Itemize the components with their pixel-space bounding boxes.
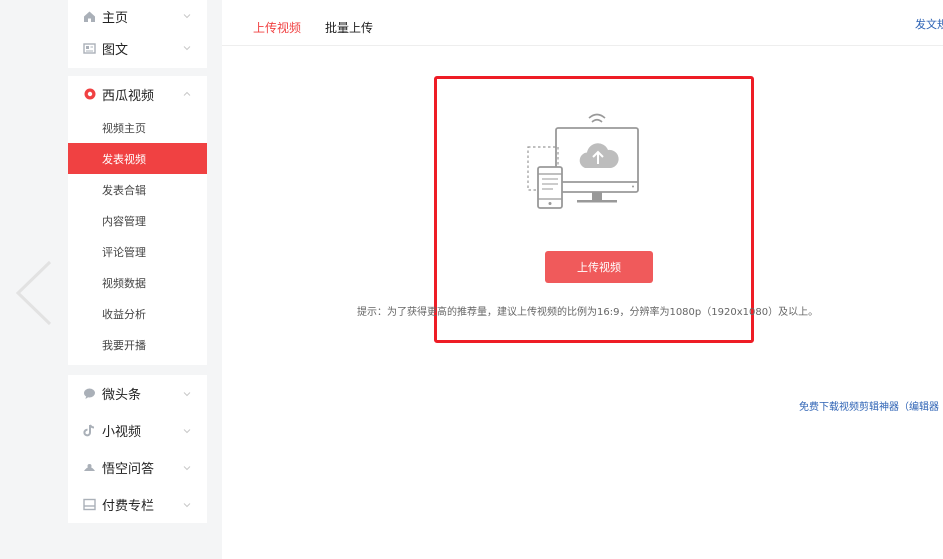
upload-illustration-icon xyxy=(527,113,639,209)
sidebar-item-label: 小视频 xyxy=(102,425,142,440)
sidebar-item-wukong-qa[interactable]: 悟空问答 xyxy=(68,449,207,486)
tab-bar: 上传视频 批量上传 发文规 xyxy=(222,0,943,46)
chevron-down-icon xyxy=(183,14,191,19)
sidebar-item-weitoutiao[interactable]: 微头条 xyxy=(68,375,207,412)
sidebar-item-label: 图文 xyxy=(102,42,129,58)
main-content: 上传视频 批量上传 发文规 上传视频 提示：为了获得更高的推荐量，建议上传视频的… xyxy=(222,0,943,559)
sidebar-item-publish-video[interactable]: 发表视频 xyxy=(68,143,207,174)
sidebar-item-paid-column[interactable]: 付费专栏 xyxy=(68,486,207,523)
sidebar-item-video-data[interactable]: 视频数据 xyxy=(68,267,207,298)
sidebar-item-go-live[interactable]: 我要开播 xyxy=(68,329,207,360)
sidebar-item-label: 主页 xyxy=(102,10,129,26)
tab-upload-video[interactable]: 上传视频 xyxy=(253,19,301,36)
wukong-qa-icon xyxy=(83,461,96,474)
sidebar-item-video-home[interactable]: 视频主页 xyxy=(68,112,207,143)
upload-video-button[interactable]: 上传视频 xyxy=(545,251,653,283)
sidebar-item-article[interactable]: 图文 xyxy=(68,32,207,64)
prev-arrow-icon[interactable] xyxy=(14,258,54,328)
chevron-down-icon xyxy=(183,465,191,470)
sidebar-item-publish-collection[interactable]: 发表合辑 xyxy=(68,174,207,205)
sidebar-item-label: 悟空问答 xyxy=(102,462,155,477)
short-video-icon xyxy=(83,424,96,437)
sidebar-item-home[interactable]: 主页 xyxy=(68,0,207,32)
chevron-up-icon xyxy=(183,91,191,96)
sidebar-item-label: 微头条 xyxy=(102,388,142,403)
upload-hint: 提示：为了获得更高的推荐量，建议上传视频的比例为16:9，分辨率为1080p（1… xyxy=(357,307,819,318)
chevron-down-icon xyxy=(183,391,191,396)
sidebar-item-label: 西瓜视频 xyxy=(102,88,155,104)
paid-column-icon xyxy=(83,498,96,511)
sidebar-item-short-video[interactable]: 小视频 xyxy=(68,412,207,449)
sidebar-bottom-group: 微头条 小视频 悟空问答 付费专栏 xyxy=(68,375,207,523)
sidebar: 主页 图文 西瓜视频 视频主页 发表视频 发表合辑 内容管理 评论管理 视频数据… xyxy=(68,0,207,559)
sidebar-video-group: 西瓜视频 视频主页 发表视频 发表合辑 内容管理 评论管理 视频数据 收益分析 … xyxy=(68,76,207,365)
sidebar-top-group: 主页 图文 xyxy=(68,0,207,68)
publish-rules-link[interactable]: 发文规 xyxy=(915,16,943,32)
sidebar-item-revenue-analysis[interactable]: 收益分析 xyxy=(68,298,207,329)
chevron-down-icon xyxy=(183,46,191,51)
sidebar-item-content-management[interactable]: 内容管理 xyxy=(68,205,207,236)
xigua-video-icon xyxy=(83,88,96,101)
chevron-down-icon xyxy=(183,502,191,507)
download-editor-link[interactable]: 免费下载视频剪辑神器（编辑器 xyxy=(799,398,939,413)
weitoutiao-icon xyxy=(83,387,96,400)
sidebar-item-comment-management[interactable]: 评论管理 xyxy=(68,236,207,267)
sidebar-item-xigua-video[interactable]: 西瓜视频 xyxy=(68,76,207,112)
tab-batch-upload[interactable]: 批量上传 xyxy=(325,19,373,36)
sidebar-item-label: 付费专栏 xyxy=(102,499,155,514)
article-icon xyxy=(83,42,96,55)
home-icon xyxy=(83,10,96,23)
chevron-down-icon xyxy=(183,428,191,433)
